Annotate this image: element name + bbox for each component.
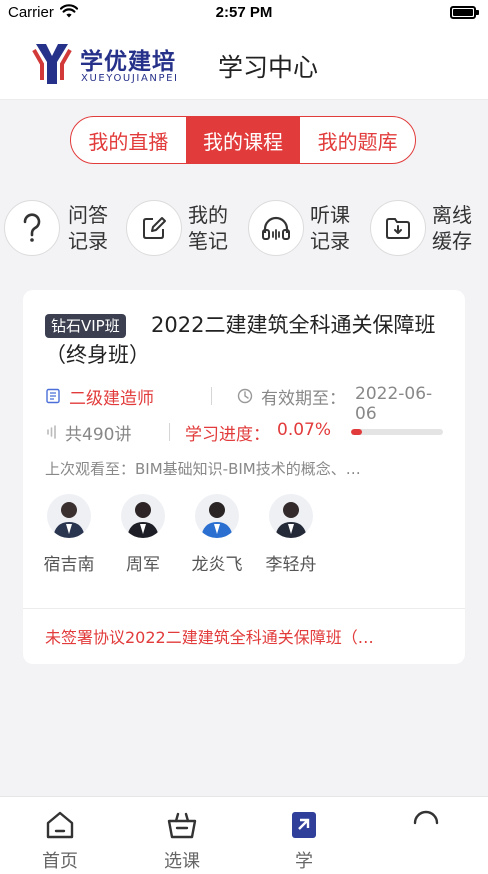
teacher-name: 周军: [126, 555, 160, 575]
avatar: [121, 494, 165, 538]
bottom-tab-bar: 首页 选课 学: [0, 796, 488, 874]
tab-label: 首页: [42, 851, 78, 872]
audio-wave-icon: [47, 425, 56, 439]
header: 学优建培 XUEYOUJIANPEI 学习中心: [0, 26, 488, 100]
quick-label-line1: 我的: [188, 203, 228, 227]
brand-name-en: XUEYOUJIANPEI: [81, 73, 179, 84]
book-icon: [46, 388, 60, 404]
download-folder-icon: [386, 218, 410, 239]
tab-label: 学: [295, 851, 313, 872]
segmented-control: 我的直播 我的课程 我的题库: [70, 116, 416, 164]
home-icon: [46, 811, 74, 839]
headphones-icon: [262, 216, 290, 240]
tab-study[interactable]: 学: [264, 797, 344, 874]
quick-label-line1: 离线: [432, 203, 472, 227]
vip-badge: 钻石VIP班: [45, 314, 126, 338]
lesson-count: 共490讲: [65, 425, 132, 445]
last-watched[interactable]: 上次观看至：BIM基础知识-BIM技术的概念、…: [45, 458, 441, 479]
teacher-name: 龙炎飞: [191, 555, 243, 575]
quick-label-line1: 问答: [68, 203, 108, 227]
quick-actions: 问答 记录 我的 笔记 听课 记录 离线 缓存: [0, 196, 488, 266]
meta-divider: [211, 387, 212, 405]
brand-logo-icon: [32, 44, 72, 84]
edit-icon: [143, 217, 166, 239]
course-category: 二级建造师: [69, 389, 154, 409]
profile-icon: [413, 810, 439, 825]
tab-label: 选课: [164, 851, 200, 872]
teacher-name: 李轻舟: [265, 555, 317, 575]
tab-my-live[interactable]: 我的直播: [71, 117, 186, 163]
meta-divider: [169, 423, 170, 441]
valid-until-date: 2022-06-06: [355, 384, 433, 424]
tab-course-select[interactable]: 选课: [142, 797, 222, 874]
progress-bar: [351, 429, 443, 435]
status-bar: Carrier 2:57 PM: [0, 0, 488, 26]
course-card[interactable]: 2022二建建筑全科通关保障班（终身班） 钻石VIP班 二级建造师 有效期至： …: [23, 290, 465, 664]
unsigned-agreement-link[interactable]: 未签署协议2022二建建筑全科通关保障班（…: [45, 624, 441, 648]
tab-profile[interactable]: [386, 797, 466, 874]
teacher-name: 宿吉南: [43, 555, 95, 575]
quick-label-line2: 记录: [68, 229, 108, 253]
quick-label-line2: 缓存: [432, 229, 472, 253]
avatar: [47, 494, 91, 538]
question-icon: [23, 213, 41, 242]
shopping-basket-icon: [167, 812, 197, 839]
study-icon: [292, 812, 316, 838]
status-time: 2:57 PM: [215, 4, 273, 21]
progress-bar-fill: [351, 429, 363, 435]
tab-my-question-bank[interactable]: 我的题库: [300, 117, 415, 163]
quick-label-line2: 笔记: [188, 229, 228, 253]
quick-label-line2: 记录: [310, 229, 350, 253]
brand-name-cn: 学优建培: [80, 49, 176, 75]
clock-icon: [237, 388, 253, 404]
progress-label: 学习进度：: [185, 425, 270, 445]
course-meta-row: 二级建造师 有效期至： 2022-06-06: [43, 384, 453, 424]
valid-until-label: 有效期至：: [261, 389, 346, 409]
quick-label-line1: 听课: [310, 203, 350, 227]
card-divider: [23, 608, 465, 609]
battery-icon: [450, 6, 479, 19]
course-progress-row: 共490讲 学习进度： 0.07%: [43, 420, 453, 445]
avatar: [269, 494, 313, 538]
page-title: 学习中心: [218, 53, 319, 82]
tab-my-courses[interactable]: 我的课程: [185, 117, 301, 163]
progress-value: 0.07%: [277, 420, 332, 440]
tab-home[interactable]: 首页: [20, 797, 100, 874]
avatar: [195, 494, 239, 538]
